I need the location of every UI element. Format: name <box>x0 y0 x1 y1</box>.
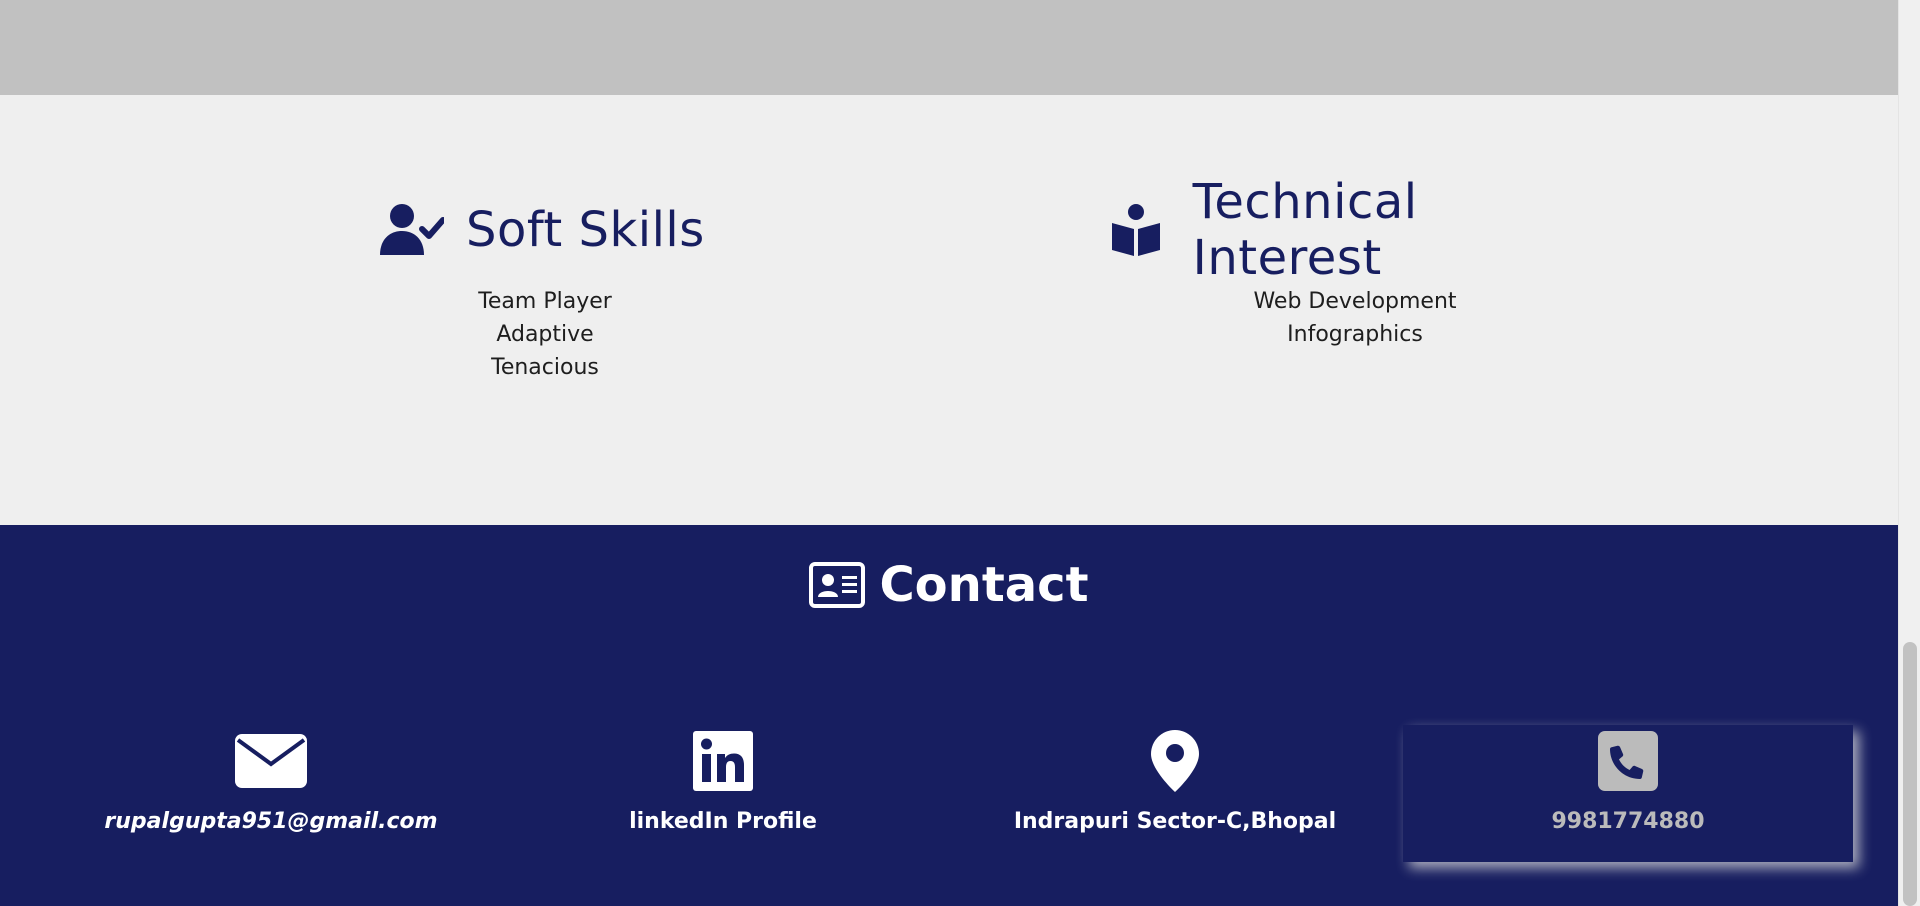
location-text[interactable]: Indrapuri Sector-C,Bhopal <box>950 809 1400 834</box>
scrollbar[interactable] <box>1898 0 1920 906</box>
contact-linkedin[interactable]: linkedIn Profile <box>498 725 948 885</box>
contact-title: Contact <box>879 557 1089 613</box>
top-band <box>0 0 1898 95</box>
technical-interest-column: Technical Interest Web Development Infog… <box>1110 174 1600 347</box>
contact-header: Contact <box>0 557 1898 613</box>
linkedin-link[interactable]: linkedIn Profile <box>498 809 948 834</box>
user-check-icon <box>380 200 444 260</box>
book-reader-icon <box>1110 200 1171 260</box>
list-item: Tenacious <box>491 355 599 380</box>
phone-square-icon <box>1598 731 1658 791</box>
soft-skills-list: Team Player Adaptive Tenacious <box>380 285 710 384</box>
soft-skills-header: Soft Skills <box>380 195 710 265</box>
soft-skills-column: Soft Skills Team Player Adaptive Tenacio… <box>380 195 710 380</box>
address-card-icon <box>809 562 866 608</box>
map-marker-icon <box>1151 730 1199 792</box>
contact-phone[interactable]: 9981774880 <box>1403 725 1853 862</box>
technical-interest-list: Web Development Infographics <box>1110 285 1600 351</box>
phone-number[interactable]: 9981774880 <box>1403 809 1853 834</box>
list-item: Infographics <box>1287 322 1423 347</box>
technical-interest-title: Technical Interest <box>1192 174 1418 286</box>
scrollbar-thumb[interactable] <box>1903 642 1917 906</box>
envelope-icon <box>235 731 307 791</box>
contact-location[interactable]: Indrapuri Sector-C,Bhopal <box>950 725 1400 885</box>
list-item: Team Player <box>478 289 612 314</box>
contact-email[interactable]: rupalgupta951@gmail.com <box>46 725 496 885</box>
technical-interest-header: Technical Interest <box>1110 174 1600 286</box>
list-item: Web Development <box>1253 289 1457 314</box>
linkedin-icon <box>693 731 753 791</box>
email-link[interactable]: rupalgupta951@gmail.com <box>46 809 496 834</box>
contact-section: Contact rupalgupta951@gmail.com linkedIn… <box>0 525 1898 906</box>
skills-section: Soft Skills Team Player Adaptive Tenacio… <box>0 95 1898 525</box>
soft-skills-title: Soft Skills <box>466 202 705 258</box>
list-item: Adaptive <box>496 322 594 347</box>
